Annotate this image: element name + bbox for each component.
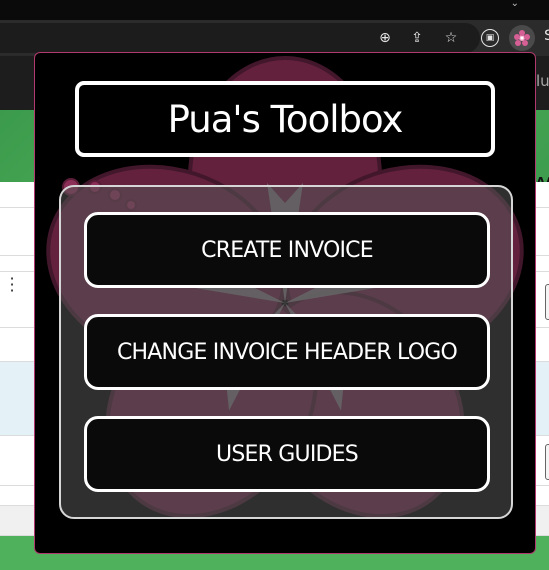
create-invoice-button[interactable]: CREATE INVOICE: [84, 212, 490, 288]
change-invoice-header-logo-button[interactable]: CHANGE INVOICE HEADER LOGO: [84, 314, 490, 390]
toolbar-cutoff-text: S: [544, 28, 549, 44]
user-guides-button[interactable]: USER GUIDES: [84, 416, 490, 492]
browser-toolbar: ⊕ ⇪ ☆ ▣ S: [0, 20, 549, 56]
tab-search-chevron-icon[interactable]: ⌄: [511, 0, 519, 9]
browser-tabstrip: ⌄: [0, 0, 549, 20]
page-side-button[interactable]: [545, 284, 549, 320]
hibiscus-extension-icon[interactable]: [509, 25, 535, 51]
page-header-partial-text: lu: [536, 72, 549, 90]
extension-popup: Pua's Toolbox CREATE INVOICE CHANGE INVO…: [34, 52, 536, 554]
more-options-icon[interactable]: · · ·: [8, 271, 16, 299]
extension-icon[interactable]: ▣: [481, 29, 499, 47]
popup-title-box: Pua's Toolbox: [75, 81, 495, 157]
page-side-button[interactable]: [545, 444, 549, 480]
zoom-icon[interactable]: ⊕: [376, 29, 394, 47]
actions-panel: CREATE INVOICE CHANGE INVOICE HEADER LOG…: [59, 185, 513, 519]
address-bar[interactable]: ⊕ ⇪ ☆: [0, 23, 480, 53]
star-icon[interactable]: ☆: [442, 29, 460, 47]
popup-title: Pua's Toolbox: [167, 97, 404, 141]
share-icon[interactable]: ⇪: [408, 29, 426, 47]
screen: ⌄ ⊕ ⇪ ☆ ▣ S lu AA: [0, 0, 549, 570]
